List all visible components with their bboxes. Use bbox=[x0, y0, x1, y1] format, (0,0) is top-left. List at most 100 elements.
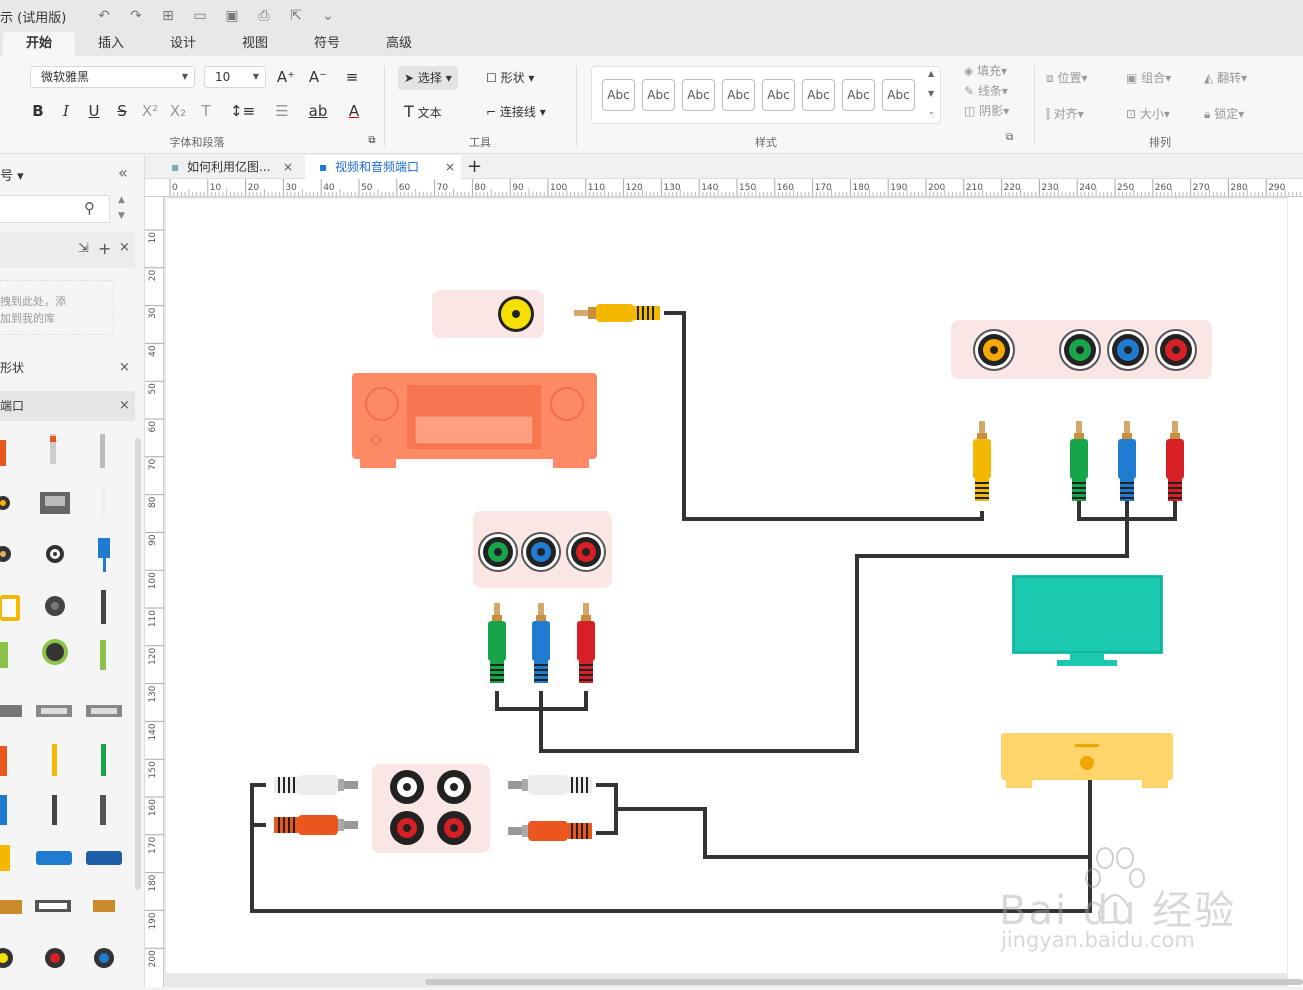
close-icon[interactable]: × bbox=[119, 360, 130, 375]
grow-font-icon[interactable]: A⁺ bbox=[274, 66, 298, 88]
ruler-label: 50 bbox=[361, 183, 373, 193]
tab-insert[interactable]: 插入 bbox=[75, 32, 147, 56]
subscript-icon[interactable]: X₂ bbox=[166, 100, 190, 122]
text-format-icon[interactable]: T bbox=[194, 100, 218, 122]
ruler-label: 60 bbox=[399, 183, 411, 193]
ruler-vertical: 10 20 30 40 50 60 70 80 90 100 110 120 130 140 150 160 1… bbox=[145, 197, 164, 987]
lock-button[interactable]: 🔒︎ 锁定▾ bbox=[1198, 102, 1250, 126]
search-icon[interactable]: ⚲ bbox=[84, 199, 95, 217]
scroll-down-icon[interactable]: ▼ bbox=[118, 211, 125, 221]
horizontal-scrollbar[interactable] bbox=[425, 979, 1303, 985]
tab-home[interactable]: 开始 bbox=[3, 32, 75, 56]
arrange-group: ⧈ 位置▾ ▣ 组合▾ ◭ 翻转▾ ⫿ 对齐▾ ⊡ 大小▾ 🔒︎ 锁定▾ 排列 bbox=[1040, 62, 1280, 150]
fill-line-shadow-group: ◈ 填充▾ ✎ 线条▾ ◫ 阴影▾ ⧉ bbox=[958, 62, 1028, 150]
dialog-launcher-icon[interactable]: ⧉ bbox=[1006, 132, 1013, 143]
ruler-label: 250 bbox=[1117, 183, 1134, 193]
section-ports[interactable]: 端口 bbox=[0, 391, 135, 421]
doc-tab-2[interactable]: ▪ 视频和音频端口 × bbox=[305, 155, 461, 179]
ruler-label: 190 bbox=[890, 183, 907, 193]
strikethrough-icon[interactable]: S bbox=[110, 100, 134, 122]
orange-audio-plug-left bbox=[273, 814, 359, 836]
close-icon[interactable]: × bbox=[445, 155, 455, 179]
line-label: 线条 bbox=[977, 84, 1002, 98]
redo-icon[interactable]: ↷ bbox=[120, 8, 152, 24]
ruler-label: 220 bbox=[1004, 183, 1021, 193]
tab-view[interactable]: 视图 bbox=[219, 32, 291, 56]
text-highlight-icon[interactable]: ab bbox=[306, 100, 330, 122]
font-size-select[interactable]: 10 ▼ bbox=[204, 66, 266, 88]
component-video-jack-panel-top bbox=[951, 320, 1212, 379]
orange-audio-plug-right bbox=[507, 820, 593, 842]
ruler-label: 90 bbox=[148, 534, 158, 546]
close-icon[interactable]: × bbox=[283, 155, 293, 179]
library-scrollbar[interactable] bbox=[135, 438, 141, 890]
open-folder-icon[interactable]: ▭ bbox=[184, 8, 216, 24]
scroll-up-icon[interactable]: ▲ bbox=[118, 195, 125, 205]
select-tool-button[interactable]: ➤ 选择 ▾ bbox=[398, 66, 458, 90]
connector-tool-button[interactable]: ⌐ 连接线 ▾ bbox=[480, 100, 552, 124]
ruler-label: 190 bbox=[148, 912, 158, 929]
shrink-font-icon[interactable]: A⁻ bbox=[306, 66, 330, 88]
close-icon[interactable]: × bbox=[119, 240, 130, 255]
position-button[interactable]: ⧈ 位置▾ bbox=[1040, 66, 1094, 90]
font-name-select[interactable]: 微软雅黑 ▼ bbox=[30, 66, 195, 88]
audio-jack-panel bbox=[372, 764, 490, 853]
select-label: 选择 bbox=[417, 71, 442, 85]
bold-icon[interactable]: B bbox=[26, 100, 50, 122]
fill-button[interactable]: ◈ 填充▾ bbox=[958, 62, 1013, 80]
new-icon[interactable]: ⊞ bbox=[152, 8, 184, 24]
collapse-panel-icon[interactable]: « bbox=[118, 163, 128, 182]
customize-icon[interactable]: ⌄ bbox=[312, 8, 344, 24]
save-icon[interactable]: ▣ bbox=[216, 8, 248, 24]
align-icon[interactable]: ≡ bbox=[340, 66, 364, 88]
align-button[interactable]: ⫿ 对齐▾ bbox=[1040, 102, 1090, 126]
superscript-icon[interactable]: X² bbox=[138, 100, 162, 122]
line-button[interactable]: ✎ 线条▾ bbox=[958, 82, 1014, 100]
add-tab-icon[interactable]: + bbox=[467, 155, 482, 179]
print-icon[interactable]: ⎙ bbox=[248, 8, 280, 24]
ruler-label: 80 bbox=[474, 183, 486, 193]
size-button[interactable]: ⊡ 大小▾ bbox=[1120, 102, 1176, 126]
port-shape-grid[interactable] bbox=[0, 430, 135, 987]
ribbon-tabs: 开始 插入 设计 视图 符号 高级 bbox=[0, 32, 1303, 56]
bullets-icon[interactable]: ☰ bbox=[270, 100, 294, 122]
ruler-label: 40 bbox=[323, 183, 335, 193]
tab-symbols[interactable]: 符号 bbox=[291, 32, 363, 56]
ruler-horizontal-ticks: 0 10 20 30 40 50 60 70 80 90 100 110 120 130 140 150 160… bbox=[169, 179, 1301, 197]
connector-shape-icon bbox=[0, 434, 122, 968]
ruler-label: 270 bbox=[1193, 183, 1210, 193]
drop-zone[interactable]: 拽到此处，添 加到我的库 bbox=[0, 280, 114, 335]
doc-tab-1[interactable]: ▪ 如何利用亿图... × bbox=[157, 155, 299, 179]
underline-icon[interactable]: U bbox=[82, 100, 106, 122]
add-icon[interactable]: + bbox=[98, 239, 111, 258]
chevron-down-icon: ▼ bbox=[181, 72, 188, 81]
shadow-label: 阴影 bbox=[979, 104, 1004, 118]
shadow-button[interactable]: ◫ 阴影▾ bbox=[958, 102, 1015, 120]
canvas-right-edge bbox=[1288, 197, 1303, 987]
group-button[interactable]: ▣ 组合▾ bbox=[1120, 66, 1177, 90]
undo-icon[interactable]: ↶ bbox=[88, 8, 120, 24]
ruler-label: 30 bbox=[285, 183, 297, 193]
doc-tab-label: 如何利用亿图... bbox=[187, 160, 271, 174]
italic-icon[interactable]: I bbox=[54, 100, 78, 122]
export-icon[interactable]: ⇱ bbox=[280, 8, 312, 24]
shape-tool-button[interactable]: ☐ 形状 ▾ bbox=[480, 66, 540, 90]
ruler-label: 240 bbox=[1079, 183, 1096, 193]
text-tool-button[interactable]: T 文本 bbox=[398, 100, 448, 124]
ruler-label: 100 bbox=[148, 572, 158, 589]
line-spacing-icon[interactable]: ↕≡ bbox=[230, 100, 255, 122]
ruler-label: 160 bbox=[148, 799, 158, 816]
import-icon[interactable]: ⇲ bbox=[78, 241, 89, 256]
library-header[interactable]: 号 ▾ bbox=[0, 165, 24, 184]
ribbon: 微软雅黑 ▼ 10 ▼ A⁺ A⁻ ≡ B I U S X² X₂ T ↕≡ ☰… bbox=[0, 56, 1303, 154]
blue-rca-plug bbox=[531, 602, 551, 684]
font-color-icon[interactable]: A bbox=[342, 100, 366, 122]
tab-design[interactable]: 设计 bbox=[147, 32, 219, 56]
section-shapes-label: 形状 bbox=[0, 361, 25, 375]
drop-hint-line-1: 拽到此处，添 bbox=[0, 295, 66, 308]
section-shapes[interactable]: 形状 bbox=[0, 355, 135, 381]
align-left-icon: ⫿ bbox=[1046, 107, 1050, 121]
flip-button[interactable]: ◭ 翻转▾ bbox=[1198, 66, 1253, 90]
close-icon[interactable]: × bbox=[119, 398, 130, 413]
tab-advanced[interactable]: 高级 bbox=[363, 32, 435, 56]
